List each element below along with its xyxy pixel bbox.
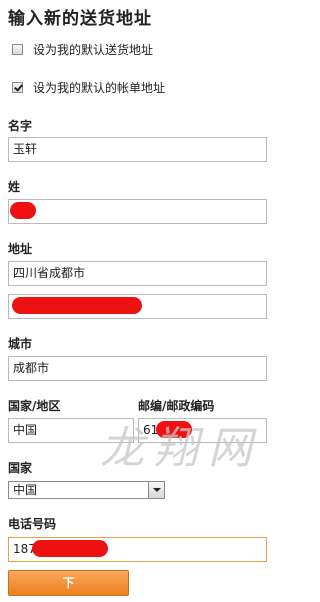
- city-label: 城市: [8, 337, 33, 351]
- country-label: 国家: [8, 461, 33, 475]
- country-select[interactable]: 中国: [8, 481, 165, 499]
- phone-label: 电话号码: [8, 517, 57, 531]
- postal-label: 邮编/邮政编码: [138, 399, 215, 413]
- address-label: 地址: [8, 242, 33, 256]
- region-field[interactable]: 中国: [8, 418, 134, 443]
- page-title: 输入新的送货地址: [8, 9, 152, 29]
- chevron-down-icon[interactable]: [148, 482, 164, 498]
- surname-field[interactable]: [8, 199, 267, 224]
- default-shipping-checkbox[interactable]: [12, 44, 23, 55]
- default-billing-label: 设为我的默认的帐单地址: [33, 81, 166, 95]
- next-button[interactable]: 下: [8, 570, 129, 596]
- surname-redaction: [10, 202, 36, 219]
- default-shipping-label: 设为我的默认送货地址: [33, 43, 154, 57]
- phone-redaction: [32, 540, 108, 557]
- name-field[interactable]: 玉轩: [8, 137, 267, 162]
- default-shipping-option[interactable]: 设为我的默认送货地址: [12, 41, 153, 58]
- surname-label: 姓: [8, 180, 21, 194]
- address-line1-field[interactable]: 四川省成都市: [8, 261, 267, 286]
- name-label: 名字: [8, 119, 33, 133]
- address-redaction: [12, 297, 142, 314]
- default-billing-option[interactable]: 设为我的默认的帐单地址: [12, 79, 165, 96]
- postal-redaction: [156, 421, 192, 438]
- country-selected-value: 中国: [13, 483, 38, 497]
- region-label: 国家/地区: [8, 399, 61, 413]
- city-field[interactable]: 成都市: [8, 356, 267, 381]
- default-billing-checkbox[interactable]: [12, 82, 23, 93]
